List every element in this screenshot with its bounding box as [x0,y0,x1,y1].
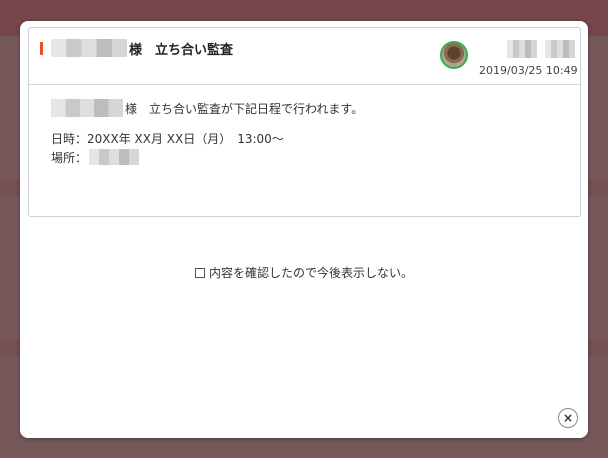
notice-header: 様 立ち合い監査 2019/03/25 10:49 [29,28,580,85]
close-button[interactable]: × [558,408,578,428]
accent-bar [40,42,43,55]
dont-show-again-checkbox[interactable] [194,267,205,278]
sender-avatar [440,41,468,69]
notice-title-text: 様 立ち合い監査 [129,42,234,58]
close-icon: × [562,411,574,425]
notice-place-label: 場所： [51,150,88,165]
notice-place: 場所： [51,148,556,166]
dont-show-again[interactable]: 内容を確認したので今後表示しない。 [20,264,588,281]
notice-datetime: 日時：20XX年 XX月 XX日（月） 13:00～ [51,132,284,146]
notice-timestamp: 2019/03/25 10:49 [479,64,578,77]
notice-body: 様 立ち合い監査が下記日程で行われます。 日時：20XX年 XX月 XX日（月）… [51,98,556,166]
redacted-sender-name [545,40,575,58]
notice-message: 様 立ち合い監査が下記日程で行われます。 [51,98,556,118]
dont-show-again-label: 内容を確認したので今後表示しない。 [208,266,413,280]
notice-modal: 様 立ち合い監査 2019/03/25 10:49 様 立ち合い監査が下記日程で… [20,21,588,438]
redacted-name [51,99,123,117]
notice-message-text: 様 立ち合い監査が下記日程で行われます。 [125,101,364,116]
redacted-name [51,39,127,57]
notice-card: 様 立ち合い監査 2019/03/25 10:49 様 立ち合い監査が下記日程で… [28,27,581,217]
redacted-place [89,149,140,165]
notice-title: 様 立ち合い監査 [51,37,233,59]
redacted-sender-name [507,40,537,58]
